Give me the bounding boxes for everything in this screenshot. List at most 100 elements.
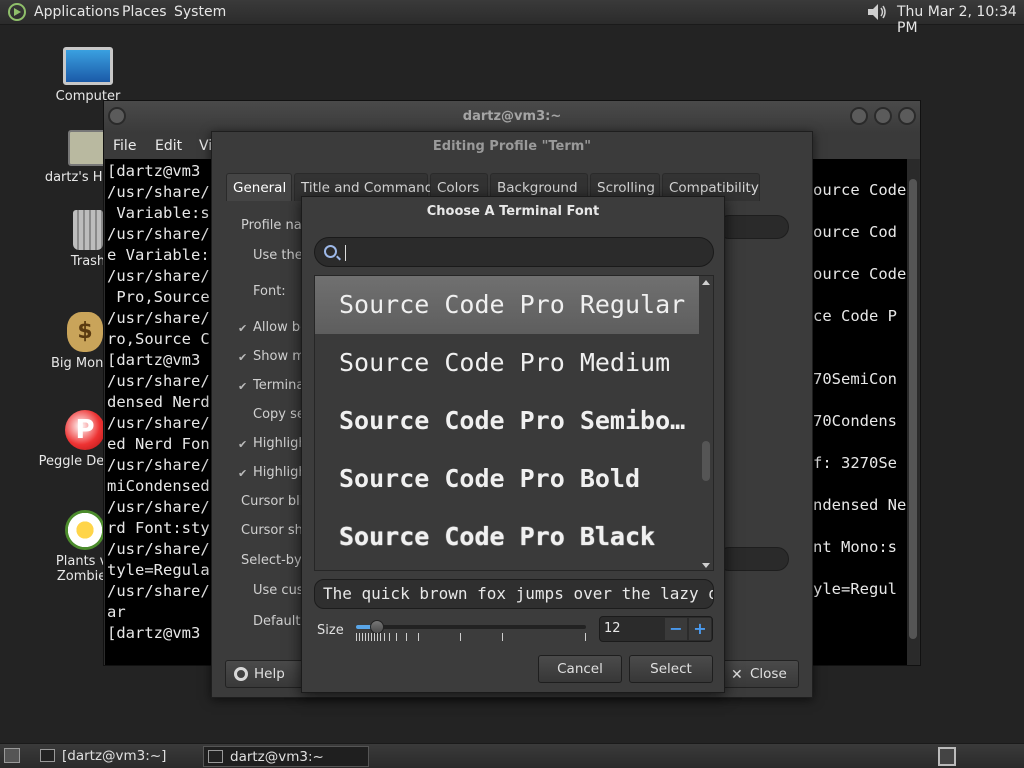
terminal-icon	[208, 750, 223, 763]
font-item-regular[interactable]: Source Code Pro Regular	[315, 276, 699, 334]
terminal-titlebar[interactable]: dartz@vm3:~	[104, 101, 920, 133]
close-window-icon[interactable]	[898, 107, 916, 125]
terminal-line-right: ource Cod	[813, 223, 897, 241]
terminal-line-right	[813, 390, 906, 411]
copy-selection-label: Copy se	[253, 407, 305, 422]
system-menu[interactable]: System	[174, 4, 226, 20]
select-by-word-label: Select-by-	[241, 553, 307, 568]
close-button[interactable]: ✕ Close	[721, 660, 799, 688]
decrease-size-button[interactable]: −	[665, 618, 687, 640]
menu-edit[interactable]: Edit	[155, 138, 182, 154]
terminal-line-right: ource Code	[813, 265, 907, 283]
dialog-title: Editing Profile "Term"	[432, 139, 592, 154]
font-list[interactable]: Source Code Pro Regular Source Code Pro …	[314, 275, 714, 571]
profile-field-2[interactable]	[717, 547, 789, 571]
highlight-label-2: Highligh	[253, 465, 307, 480]
font-label: Font:	[253, 284, 286, 299]
terminal-line-right	[813, 558, 906, 579]
highlight-checkbox-2[interactable]: ✔	[238, 468, 249, 479]
distro-logo-icon[interactable]	[8, 3, 26, 21]
terminal-line-right	[813, 327, 906, 348]
allow-bold-label: Allow bo	[253, 320, 309, 335]
use-system-font-checkbox[interactable]	[238, 252, 249, 263]
task-label: [dartz@vm3:~]	[62, 748, 167, 764]
clock[interactable]: Thu Mar 2, 10:34 PM	[897, 4, 1024, 36]
cancel-button[interactable]: Cancel	[538, 655, 622, 683]
home-folder-icon	[68, 130, 108, 166]
font-item-bold[interactable]: Source Code Pro Bold	[315, 450, 699, 508]
desktop-icon-computer[interactable]: Computer	[33, 47, 143, 104]
taskbar-item-terminal-2[interactable]: dartz@vm3:~	[203, 746, 369, 767]
use-custom-checkbox[interactable]	[238, 586, 249, 597]
show-desktop-icon[interactable]	[4, 748, 20, 763]
applications-menu[interactable]: Applications	[34, 4, 120, 20]
profile-name-field[interactable]	[717, 215, 789, 239]
size-spinbox[interactable]: 12 − +	[599, 616, 713, 642]
trash-icon	[73, 210, 103, 250]
search-icon	[324, 245, 337, 258]
terminal-scrollbar[interactable]	[907, 159, 919, 665]
close-icon: ✕	[731, 667, 743, 683]
profile-name-label: Profile na	[241, 218, 302, 233]
terminal-line-right	[813, 474, 906, 495]
volume-icon[interactable]	[866, 3, 888, 21]
font-preview-field[interactable]: The quick brown fox jumps over the lazy …	[314, 579, 714, 609]
font-chooser-dialog: Choose A Terminal Font Source Code Pro R…	[301, 196, 725, 693]
size-value: 12	[604, 621, 621, 636]
task-label: dartz@vm3:~	[230, 749, 324, 765]
minimize-icon[interactable]	[850, 107, 868, 125]
size-label: Size	[317, 623, 344, 638]
help-button[interactable]: Help	[225, 660, 305, 688]
maximize-icon[interactable]	[874, 107, 892, 125]
help-label: Help	[254, 666, 285, 682]
text-cursor	[345, 245, 346, 261]
terminal-icon	[40, 749, 55, 762]
terminal-line-right: 70SemiCon	[813, 370, 897, 388]
places-menu[interactable]: Places	[122, 4, 167, 20]
workspace-switcher-icon[interactable]	[938, 747, 956, 766]
terminal-title: dartz@vm3:~	[462, 109, 562, 124]
close-label: Close	[750, 666, 787, 682]
select-button[interactable]: Select	[629, 655, 713, 683]
show-menubar-label: Show m	[253, 349, 305, 364]
terminal-line-right: f: 3270Se	[813, 454, 897, 472]
terminal-line-right	[813, 348, 906, 369]
increase-size-button[interactable]: +	[689, 618, 711, 640]
taskbar-item-terminal-1[interactable]: [dartz@vm3:~]	[36, 746, 194, 767]
plants-icon	[65, 510, 105, 550]
size-slider-ticks	[356, 633, 586, 643]
show-menubar-checkbox[interactable]: ✔	[238, 352, 249, 363]
font-item-black[interactable]: Source Code Pro Black	[315, 508, 699, 566]
scrollbar-thumb[interactable]	[702, 441, 710, 481]
highlight-checkbox-1[interactable]: ✔	[238, 439, 249, 450]
scroll-up-icon[interactable]	[702, 280, 710, 285]
menu-file[interactable]: File	[113, 138, 136, 154]
terminal-line-right	[813, 516, 906, 537]
help-icon	[234, 667, 248, 681]
scrollbar-thumb[interactable]	[909, 179, 917, 639]
font-item-semibold[interactable]: Source Code Pro Semibold	[315, 392, 699, 450]
money-bag-icon: $	[67, 312, 103, 352]
copy-selection-checkbox[interactable]	[238, 410, 249, 421]
terminal-line-right: yle=Regul	[813, 580, 897, 598]
terminal-line-right	[813, 243, 906, 264]
peggle-icon: P	[65, 410, 105, 450]
scroll-down-icon[interactable]	[702, 563, 710, 568]
tab-general[interactable]: General	[226, 173, 292, 201]
terminal-line-right	[813, 432, 906, 453]
allow-bold-checkbox[interactable]: ✔	[238, 323, 249, 334]
font-search-input[interactable]	[314, 237, 714, 267]
use-system-font-label: Use the	[253, 248, 303, 263]
terminal-line-right: ce Code P	[813, 307, 897, 325]
font-list-scrollbar[interactable]	[699, 276, 713, 570]
size-slider-knob[interactable]	[369, 620, 384, 634]
terminal-bell-checkbox[interactable]: ✔	[238, 381, 249, 392]
top-panel: Applications Places System Thu Mar 2, 10…	[0, 0, 1024, 36]
highlight-label-1: Highligh	[253, 436, 307, 451]
computer-icon	[63, 47, 113, 85]
bottom-panel: [dartz@vm3:~] dartz@vm3:~	[0, 743, 1024, 768]
terminal-line-right: 70Condens	[813, 412, 897, 430]
size-slider[interactable]	[356, 620, 586, 634]
font-item-medium[interactable]: Source Code Pro Medium	[315, 334, 699, 392]
window-menu-icon[interactable]	[108, 107, 126, 125]
